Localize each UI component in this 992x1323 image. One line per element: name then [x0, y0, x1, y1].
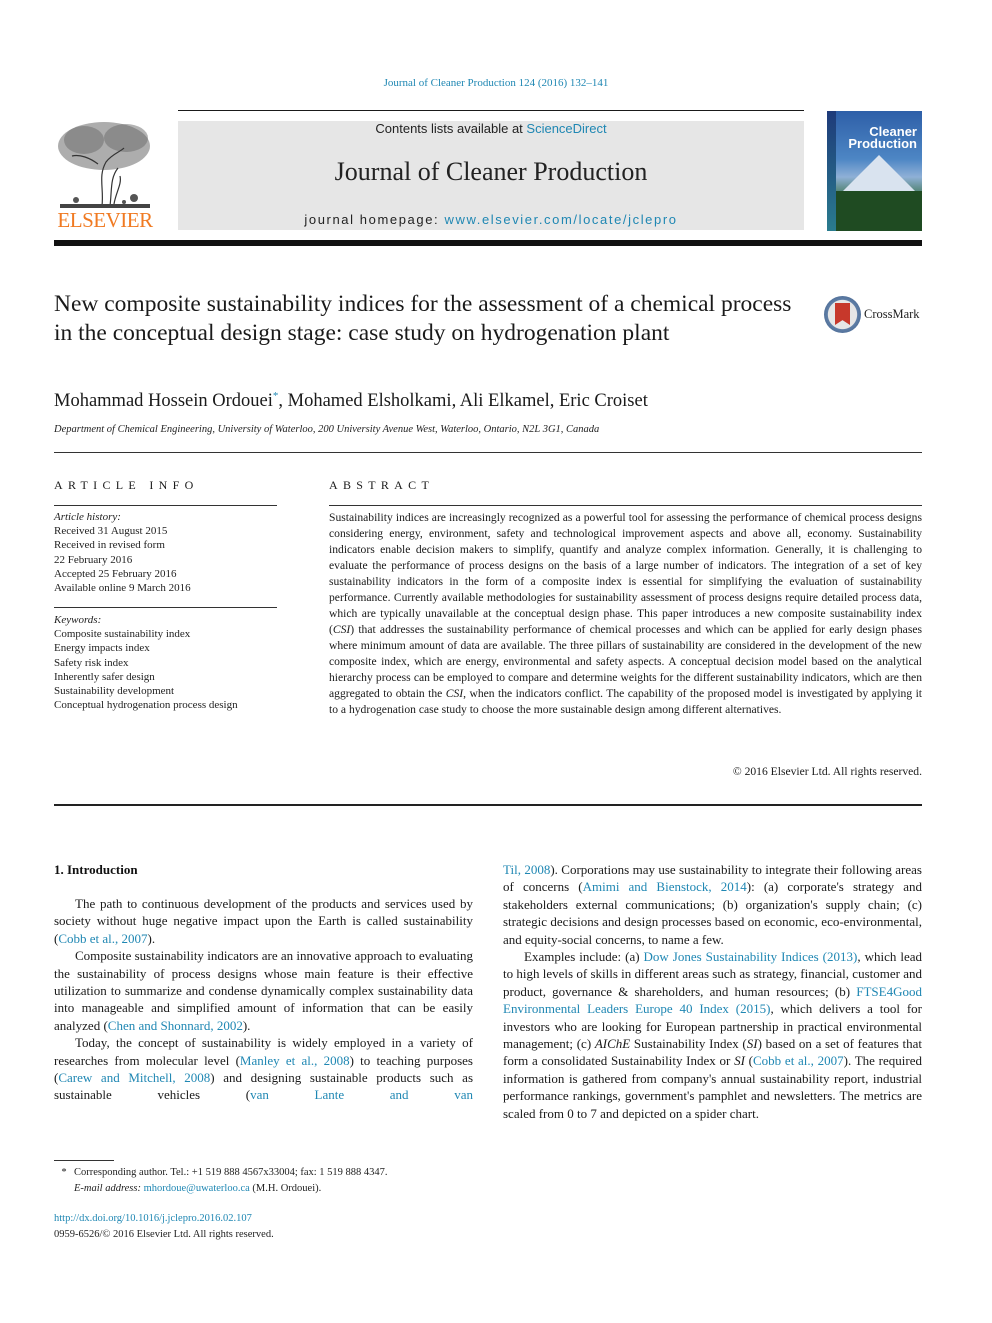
- elsevier-tree-icon: [54, 118, 156, 210]
- crossmark-button[interactable]: CrossMark: [824, 296, 924, 336]
- affiliation: Department of Chemical Engineering, Univ…: [54, 424, 600, 435]
- article-history: Article history: Received 31 August 2015…: [54, 510, 284, 595]
- keywords: Keywords: Composite sustainability index…: [54, 613, 294, 712]
- abstract-text: Sustainability indices are increasingly …: [329, 510, 922, 718]
- author-name[interactable]: Ali Elkamel: [460, 391, 550, 411]
- journal-cover-image[interactable]: Cleaner Production: [827, 111, 922, 231]
- abstract-heading: ABSTRACT: [329, 478, 435, 492]
- sciencedirect-link[interactable]: ScienceDirect: [526, 121, 606, 136]
- author-list: Mohammad Hossein Ordouei*, Mohamed Elsho…: [54, 390, 648, 412]
- doi-block: http://dx.doi.org/10.1016/j.jclepro.2016…: [54, 1211, 274, 1243]
- divider: [54, 607, 277, 608]
- journal-header-box: Contents lists available at ScienceDirec…: [178, 121, 804, 230]
- cover-title-line2: Production: [848, 136, 917, 151]
- history-item: Accepted 25 February 2016: [54, 567, 177, 580]
- contents-prefix: Contents lists available at: [375, 121, 527, 136]
- body-column-right: Til, 2008). Corporations may use sustain…: [503, 861, 922, 1122]
- elsevier-logo[interactable]: ELSEVIER: [54, 118, 156, 234]
- footnote: * Corresponding author. Tel.: +1 519 888 …: [54, 1165, 484, 1197]
- cover-strip: [827, 111, 836, 231]
- author-name[interactable]: Eric Croiset: [559, 391, 648, 411]
- email-owner: (M.H. Ordouei).: [249, 1183, 322, 1194]
- author-name[interactable]: Mohamed Elsholkami: [288, 391, 452, 411]
- author-separator: ,: [278, 391, 288, 412]
- text: Examples include: (a): [524, 949, 644, 965]
- homepage-line: journal homepage: www.elsevier.com/locat…: [178, 212, 804, 227]
- term: SI: [734, 1053, 745, 1069]
- corresponding-author-note: * Corresponding author. Tel.: +1 519 888 …: [54, 1165, 484, 1181]
- history-item: Received in revised form: [54, 539, 165, 552]
- email-line: E-mail address: mhordoue@uwaterloo.ca (M…: [54, 1181, 484, 1197]
- abstract-segment: Sustainability indices are increasingly …: [329, 511, 922, 636]
- footnote-text: Corresponding author. Tel.: +1 519 888 4…: [74, 1167, 388, 1178]
- term: AIChE: [594, 1036, 631, 1052]
- keyword-item: Energy impacts index: [54, 642, 150, 655]
- doi-link[interactable]: http://dx.doi.org/10.1016/j.jclepro.2016…: [54, 1211, 274, 1227]
- divider: [329, 505, 922, 506]
- term: SI: [746, 1036, 758, 1052]
- text: ).: [242, 1017, 251, 1033]
- issn-copyright: 0959-6526/© 2016 Elsevier Ltd. All right…: [54, 1229, 274, 1240]
- reference-link[interactable]: Cobb et al., 2007: [58, 931, 147, 946]
- abstract-term: CSI: [332, 623, 351, 636]
- text: Sustainability Index (: [630, 1036, 747, 1052]
- divider: [54, 804, 922, 806]
- reference-link[interactable]: Carew and Mitchell, 2008: [58, 1070, 210, 1085]
- elsevier-wordmark: ELSEVIER: [57, 208, 153, 232]
- author-name[interactable]: Mohammad Hossein Ordouei: [54, 391, 273, 411]
- homepage-prefix: journal homepage:: [304, 212, 445, 227]
- keyword-item: Safety risk index: [54, 656, 129, 669]
- body-column-left: The path to continuous development of th…: [54, 895, 473, 1104]
- journal-title: Journal of Cleaner Production: [334, 157, 648, 186]
- email-link[interactable]: mhordoue@uwaterloo.ca: [144, 1183, 250, 1194]
- reference-link[interactable]: Cobb et al., 2007: [753, 1053, 844, 1068]
- article-title: New composite sustainability indices for…: [54, 291, 792, 346]
- header-bottom-rule: [54, 240, 922, 246]
- footnote-rule: [54, 1160, 114, 1161]
- contents-line: Contents lists available at ScienceDirec…: [178, 121, 804, 136]
- divider: [54, 452, 922, 453]
- keyword-item: Conceptual hydrogenation process design: [54, 699, 238, 712]
- section-heading: 1. Introduction: [54, 862, 138, 877]
- abstract-copyright: © 2016 Elsevier Ltd. All rights reserved…: [732, 765, 922, 778]
- keyword-item: Composite sustainability index: [54, 628, 191, 641]
- crossmark-label: CrossMark: [864, 307, 920, 321]
- abstract-term: CSI: [445, 687, 464, 700]
- keyword-item: Inherently safer design: [54, 670, 155, 683]
- article-history-label: Article history:: [54, 511, 121, 523]
- reference-link[interactable]: Amimi and Bienstock, 2014: [583, 879, 747, 894]
- history-item: Received 31 August 2015: [54, 525, 168, 538]
- reference-link[interactable]: van Lante and van: [250, 1087, 473, 1102]
- paragraph: Composite sustainability indicators are …: [54, 947, 473, 1034]
- cover-trees: [836, 191, 922, 231]
- paragraph: Til, 2008). Corporations may use sustain…: [503, 861, 922, 948]
- crossmark-icon: [824, 296, 861, 333]
- reference-link[interactable]: Chen and Shonnard, 2002: [108, 1018, 243, 1033]
- email-label: E-mail address:: [74, 1183, 144, 1194]
- article-info-heading: ARTICLE INFO: [54, 478, 199, 492]
- divider: [54, 505, 277, 506]
- author-separator: ,: [549, 391, 559, 412]
- history-item: 22 February 2016: [54, 553, 133, 566]
- reference-link[interactable]: Til, 2008: [503, 862, 550, 877]
- reference-link[interactable]: Manley et al., 2008: [240, 1053, 350, 1068]
- reference-link[interactable]: Dow Jones Sustainability Indices (2013): [644, 949, 858, 964]
- journal-homepage-link[interactable]: www.elsevier.com/locate/jclepro: [444, 212, 677, 227]
- paragraph: The path to continuous development of th…: [54, 895, 473, 947]
- paragraph: Today, the concept of sustainability is …: [54, 1034, 473, 1104]
- history-item: Available online 9 March 2016: [54, 582, 191, 595]
- keyword-item: Sustainability development: [54, 685, 175, 698]
- text: (: [744, 1053, 754, 1069]
- author-separator: ,: [451, 391, 460, 412]
- text: ).: [147, 930, 156, 946]
- journal-citation-link[interactable]: Journal of Cleaner Production 124 (2016)…: [0, 77, 992, 89]
- footnote-star: *: [61, 1167, 67, 1178]
- paragraph: Examples include: (a) Dow Jones Sustaina…: [503, 948, 922, 1122]
- header-top-rule: [178, 110, 804, 111]
- keywords-label: Keywords:: [54, 614, 102, 626]
